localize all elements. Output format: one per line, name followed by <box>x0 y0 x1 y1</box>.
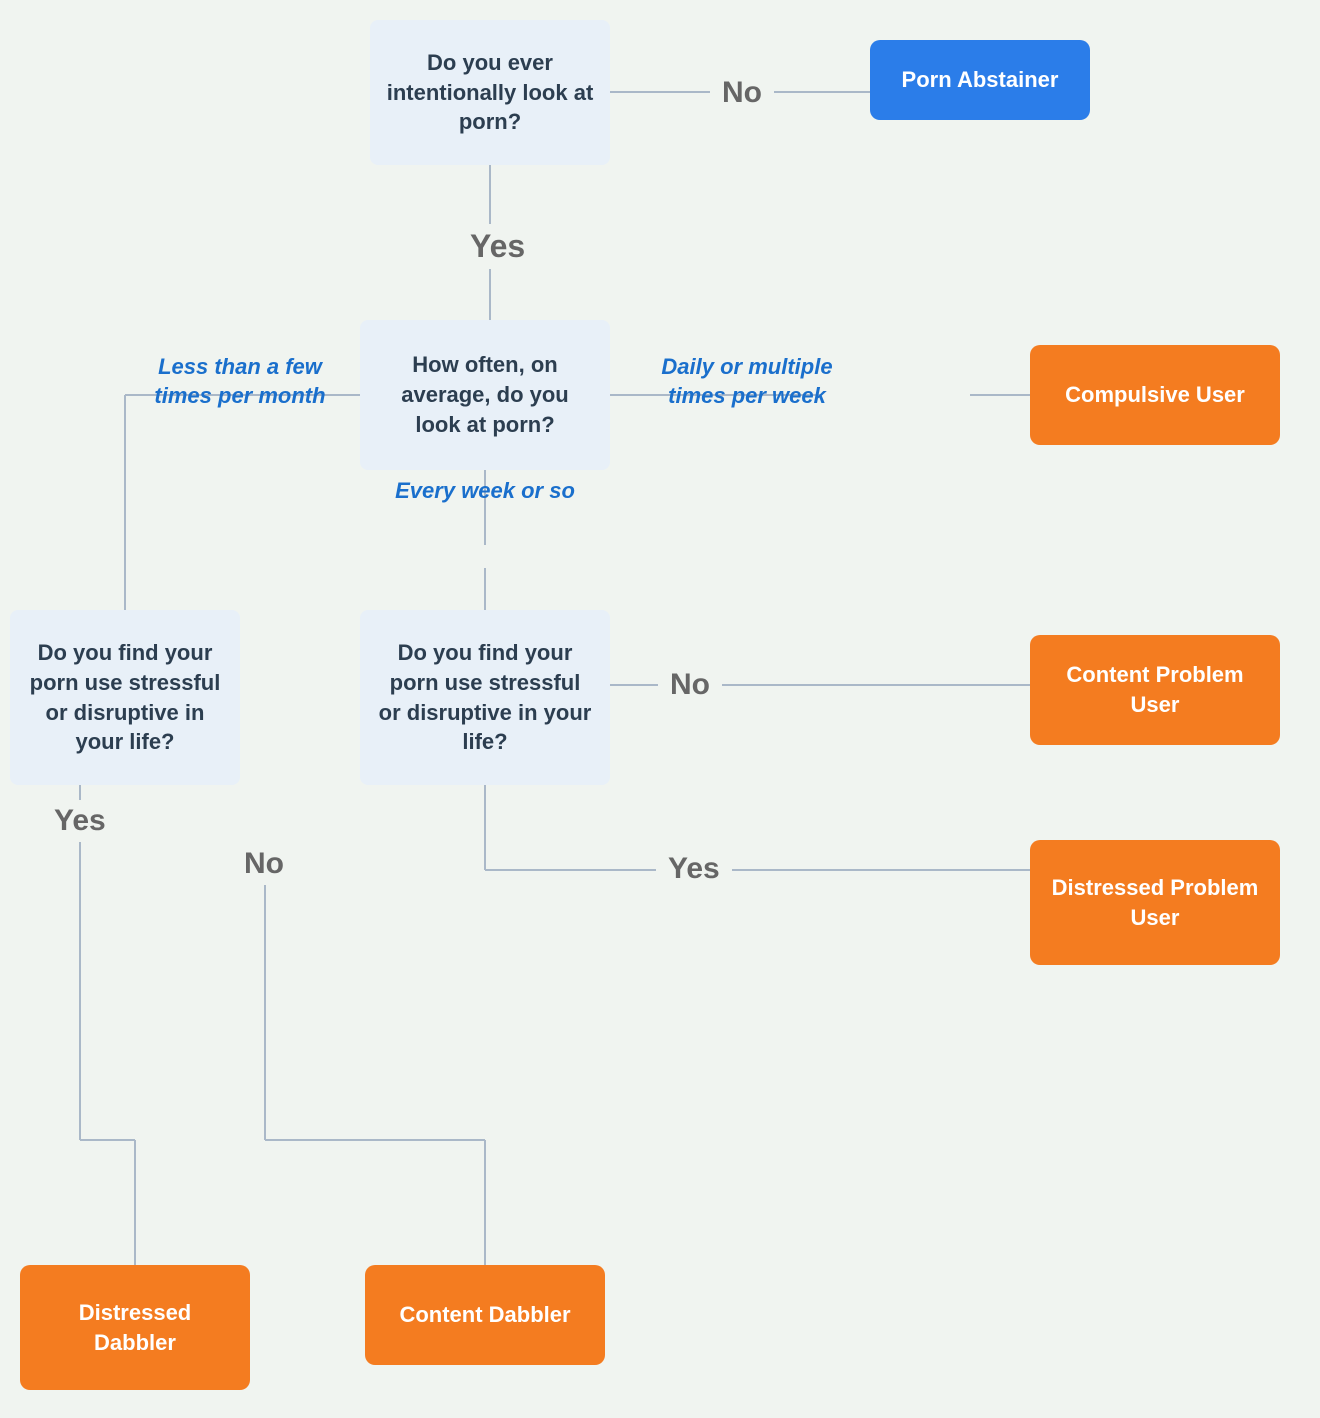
compulsive-user-text: Compulsive User <box>1065 380 1245 410</box>
question-2-box: How often, on average, do you look at po… <box>360 320 610 470</box>
less-than-few-text: Less than a fewtimes per month <box>154 354 325 408</box>
every-week-text: Every week or so <box>395 478 575 503</box>
daily-or-multiple-label: Daily or multipletimes per week <box>622 353 872 410</box>
yes-label-q3-right: Yes <box>656 848 732 890</box>
content-dabbler-text: Content Dabbler <box>399 1300 570 1330</box>
daily-or-multiple-text: Daily or multipletimes per week <box>661 354 832 408</box>
yes-label-q1: Yes <box>456 224 539 269</box>
compulsive-user-box: Compulsive User <box>1030 345 1280 445</box>
yes-label-q3-left: Yes <box>42 800 118 842</box>
distressed-dabbler-text: Distressed Dabbler <box>36 1298 234 1357</box>
distressed-problem-user-box: Distressed Problem User <box>1030 840 1280 965</box>
question-3-right-text: Do you find your porn use stressful or d… <box>376 638 594 757</box>
question-3-left-text: Do you find your porn use stressful or d… <box>26 638 224 757</box>
distressed-problem-user-text: Distressed Problem User <box>1046 873 1264 932</box>
porn-abstainer-box: Porn Abstainer <box>870 40 1090 120</box>
question-3-right-box: Do you find your porn use stressful or d… <box>360 610 610 785</box>
every-week-label: Every week or so <box>380 478 590 504</box>
no-label-q3-left: No <box>232 843 296 885</box>
question-1-text: Do you ever intentionally look at porn? <box>386 48 594 137</box>
porn-abstainer-text: Porn Abstainer <box>902 65 1059 95</box>
question-1-box: Do you ever intentionally look at porn? <box>370 20 610 165</box>
question-3-left-box: Do you find your porn use stressful or d… <box>10 610 240 785</box>
distressed-dabbler-box: Distressed Dabbler <box>20 1265 250 1390</box>
content-problem-user-text: Content Problem User <box>1046 660 1264 719</box>
no-label-q3-right: No <box>658 664 722 706</box>
flowchart: Do you ever intentionally look at porn? … <box>0 0 1320 1418</box>
no-label-q1: No <box>710 72 774 114</box>
question-2-text: How often, on average, do you look at po… <box>376 350 594 439</box>
less-than-few-label: Less than a fewtimes per month <box>130 353 350 410</box>
content-dabbler-box: Content Dabbler <box>365 1265 605 1365</box>
content-problem-user-box: Content Problem User <box>1030 635 1280 745</box>
